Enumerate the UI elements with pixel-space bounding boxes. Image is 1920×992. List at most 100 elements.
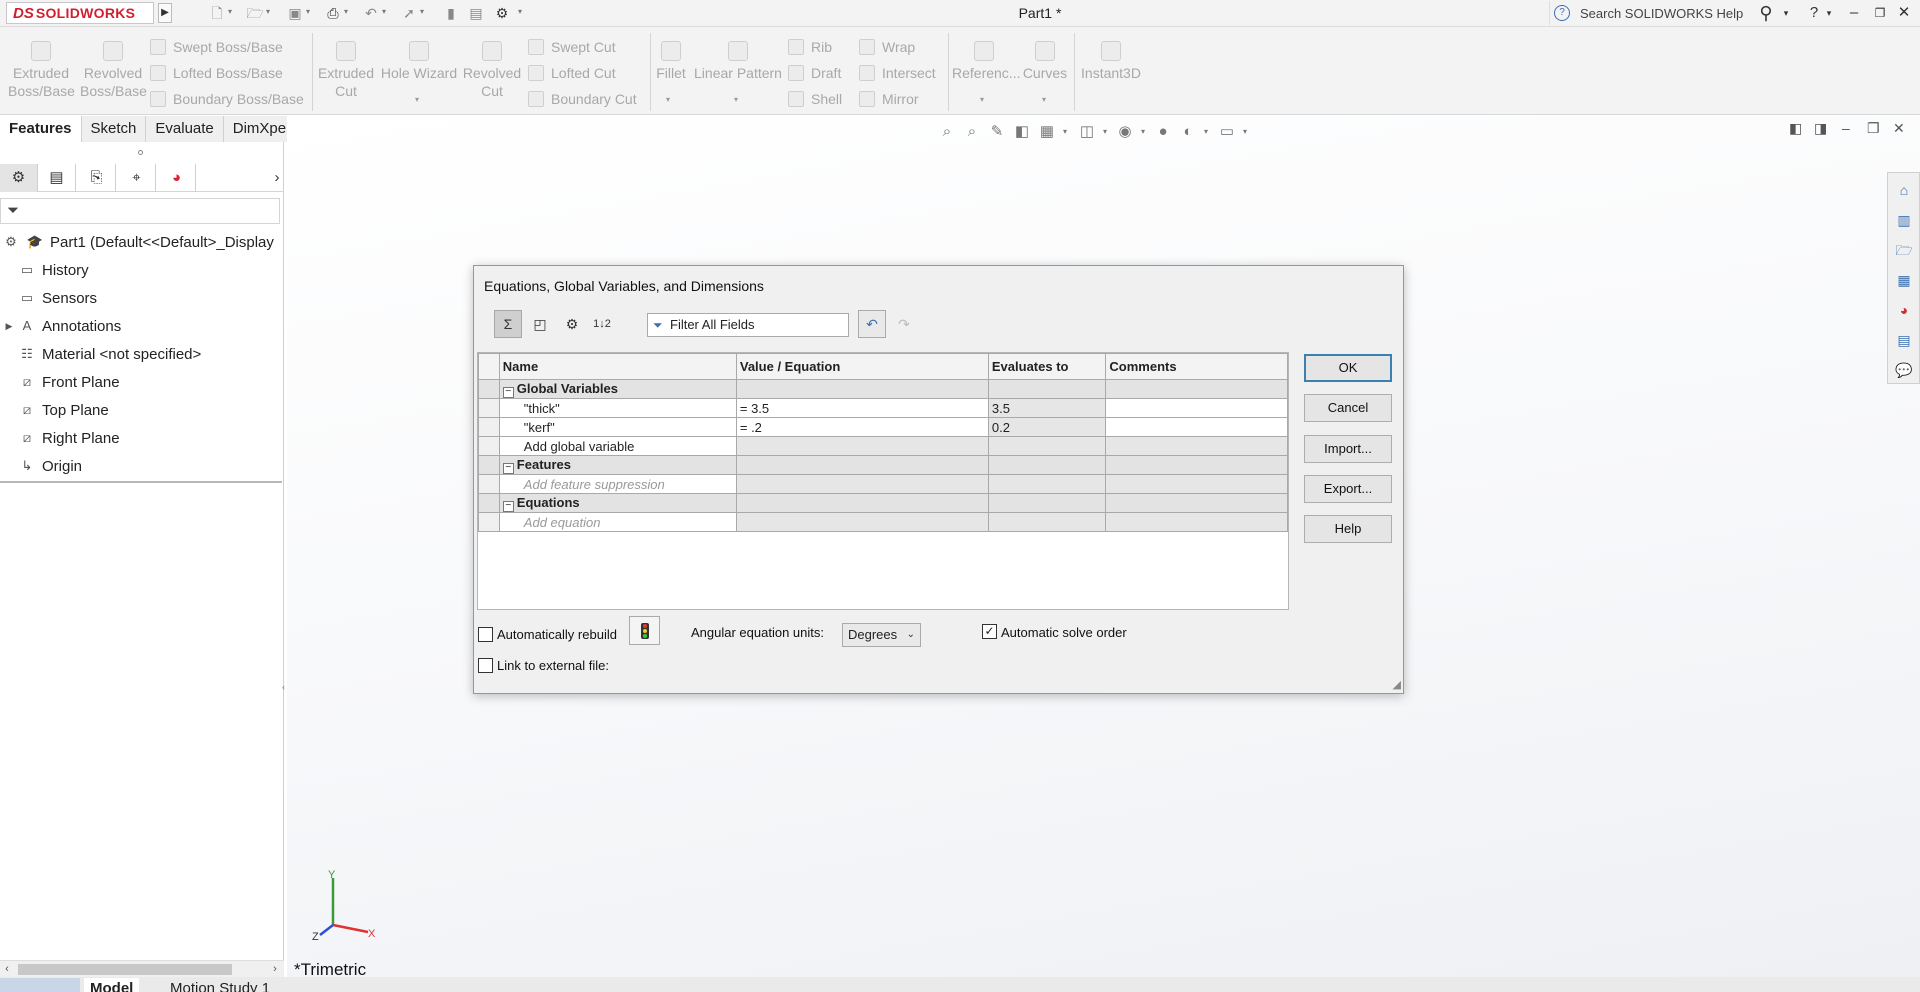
scroll-left-icon[interactable]: ‹ <box>0 961 14 977</box>
ok-button[interactable]: OK <box>1304 354 1392 382</box>
display-manager-icon[interactable]: ◕ <box>158 164 196 192</box>
extruded-cut-button[interactable]: Extruded Cut <box>316 41 376 100</box>
column-header-name[interactable]: Name <box>498 353 737 380</box>
bottom-nav-arrows[interactable] <box>0 978 80 992</box>
column-header-comments[interactable]: Comments <box>1105 353 1288 380</box>
collapse-minus-icon[interactable]: − <box>502 386 514 398</box>
scroll-thumb[interactable] <box>18 964 232 975</box>
reference-dropdown-icon[interactable]: ▾ <box>980 95 984 104</box>
view-orientation-dropdown-icon[interactable]: ▾ <box>1060 122 1070 142</box>
appearances-icon[interactable]: ◕ <box>1895 301 1913 319</box>
tab-model[interactable]: Model <box>84 978 140 992</box>
redo-icon[interactable]: ↷ <box>890 310 918 338</box>
tree-item-top-plane[interactable]: ⧄ Top Plane <box>0 398 284 422</box>
open-folder-icon[interactable]: 🗁 <box>244 4 266 22</box>
collapse-minus-icon[interactable]: − <box>502 500 514 512</box>
lofted-boss-button[interactable]: Lofted Boss/Base <box>150 63 283 83</box>
tab-sketch[interactable]: Sketch <box>81 116 147 142</box>
comment-cell[interactable] <box>1105 398 1288 418</box>
group-row-equations[interactable]: − Equations <box>478 493 1288 513</box>
shell-button[interactable]: Shell <box>788 89 842 109</box>
tree-item-front-plane[interactable]: ⧄ Front Plane <box>0 370 284 394</box>
help-dropdown-icon[interactable]: ▾ <box>1824 2 1834 24</box>
minimize-window-icon[interactable]: – <box>1844 2 1864 24</box>
link-external-file-checkbox[interactable] <box>478 658 493 673</box>
save-dropdown-icon[interactable]: ▾ <box>306 7 314 16</box>
help-button[interactable]: Help <box>1304 515 1392 543</box>
instant3d-button[interactable]: Instant3D <box>1078 41 1144 82</box>
variable-value-cell[interactable]: = .2 <box>735 417 989 437</box>
doc-minimize-icon[interactable]: – <box>1842 120 1850 136</box>
column-header-evaluates[interactable]: Evaluates to <box>987 353 1107 380</box>
equation-view-sigma-icon[interactable]: Σ <box>494 310 522 338</box>
reference-geometry-button[interactable]: Referenc... <box>952 41 1020 82</box>
design-library-icon[interactable]: ▥ <box>1895 211 1913 229</box>
rebuild-icon[interactable]: ▮ <box>440 4 462 22</box>
tab-features[interactable]: Features <box>0 116 82 142</box>
tree-item-annotations[interactable]: ▶ A Annotations <box>0 314 284 338</box>
add-feature-suppression-row[interactable]: Add feature suppression <box>478 474 1288 494</box>
intersect-button[interactable]: Intersect <box>859 63 936 83</box>
options-gear-icon[interactable]: ⚙ <box>491 4 513 22</box>
previous-view-icon[interactable]: ✎ <box>987 122 1007 142</box>
doc-restore-icon[interactable]: ❐ <box>1867 120 1880 137</box>
select-dropdown-icon[interactable]: ▾ <box>420 7 428 16</box>
table-row[interactable]: "thick" = 3.5 3.5 <box>478 398 1288 418</box>
filter-all-fields-input[interactable]: ⏷ Filter All Fields <box>647 313 849 337</box>
draft-button[interactable]: Draft <box>788 63 841 83</box>
column-header-value[interactable]: Value / Equation <box>735 353 989 380</box>
view-orientation-icon[interactable]: ◫ <box>1077 122 1097 142</box>
table-row[interactable]: "kerf" = .2 0.2 <box>478 417 1288 437</box>
boundary-boss-button[interactable]: Boundary Boss/Base <box>150 89 304 109</box>
revolved-boss-button[interactable]: Revolved Boss/Base <box>80 41 147 100</box>
dimxpert-manager-icon[interactable]: ⌖ <box>118 164 156 192</box>
scene-dropdown-icon[interactable]: ▾ <box>1201 122 1211 142</box>
property-manager-icon[interactable]: ▤ <box>38 164 76 192</box>
forum-icon[interactable]: 💬 <box>1895 361 1913 379</box>
scroll-right-icon[interactable]: › <box>268 961 282 977</box>
lofted-cut-button[interactable]: Lofted Cut <box>528 63 616 83</box>
edit-appearance-icon[interactable]: ● <box>1153 122 1173 142</box>
auto-solve-order-checkbox[interactable]: ✓ <box>982 624 997 639</box>
swept-cut-button[interactable]: Swept Cut <box>528 37 616 57</box>
print-dropdown-icon[interactable]: ▾ <box>344 7 352 16</box>
hole-wizard-dropdown-icon[interactable]: ▾ <box>415 95 419 104</box>
curves-button[interactable]: Curves <box>1020 41 1070 82</box>
import-button[interactable]: Import... <box>1304 435 1392 463</box>
custom-properties-icon[interactable]: ▤ <box>1895 331 1913 349</box>
add-feature-suppression-cell[interactable]: Add feature suppression <box>498 474 737 494</box>
file-explorer-icon[interactable]: 🗁 <box>1895 241 1913 259</box>
zoom-to-fit-icon[interactable]: ⌕ <box>937 122 957 142</box>
mirror-button[interactable]: Mirror <box>859 89 919 109</box>
variable-value-cell[interactable]: = 3.5 <box>735 398 989 418</box>
hide-show-items-icon[interactable]: ◉ <box>1115 122 1135 142</box>
tree-item-origin[interactable]: ↳ Origin <box>0 454 284 478</box>
rib-button[interactable]: Rib <box>788 37 832 57</box>
panel-handle[interactable] <box>138 150 143 155</box>
search-magnifier-icon[interactable]: ⚲ <box>1754 2 1778 24</box>
undo-dropdown-icon[interactable]: ▾ <box>382 7 390 16</box>
group-row-global-variables[interactable]: − Global Variables <box>478 379 1288 399</box>
group-row-features[interactable]: − Features <box>478 455 1288 475</box>
fillet-dropdown-icon[interactable]: ▾ <box>666 95 670 104</box>
horizontal-scrollbar[interactable]: ‹ › <box>0 960 284 977</box>
cancel-button[interactable]: Cancel <box>1304 394 1392 422</box>
solidworks-logo[interactable]: DS SOLIDWORKS <box>6 2 154 24</box>
print-icon[interactable]: ⎙ <box>322 4 344 22</box>
tab-evaluate[interactable]: Evaluate <box>146 116 224 142</box>
resize-grip-icon[interactable]: ◢ <box>1393 678 1401 691</box>
display-style-dropdown-icon[interactable]: ▾ <box>1100 122 1110 142</box>
help-icon[interactable]: ? <box>1806 2 1822 24</box>
rebuild-traffic-light-button[interactable] <box>629 616 660 645</box>
menu-expand-arrow[interactable]: ▶ <box>158 3 172 23</box>
comment-cell[interactable] <box>1105 417 1288 437</box>
undo-icon[interactable]: ↶ <box>360 4 382 22</box>
save-icon[interactable]: ▣ <box>284 4 306 22</box>
swept-boss-button[interactable]: Swept Boss/Base <box>150 37 283 57</box>
tree-root-part[interactable]: ⚙ 🎓 Part1 (Default<<Default>_Display <box>0 230 284 254</box>
restore-window-icon[interactable]: ❐ <box>1870 2 1890 24</box>
tree-filter-field[interactable]: ⏷ <box>0 198 280 224</box>
feature-manager-tree-icon[interactable]: ⚙ <box>0 164 38 192</box>
apply-scene-icon[interactable]: ◐ <box>1178 122 1198 142</box>
file-properties-icon[interactable]: ▤ <box>465 4 487 22</box>
